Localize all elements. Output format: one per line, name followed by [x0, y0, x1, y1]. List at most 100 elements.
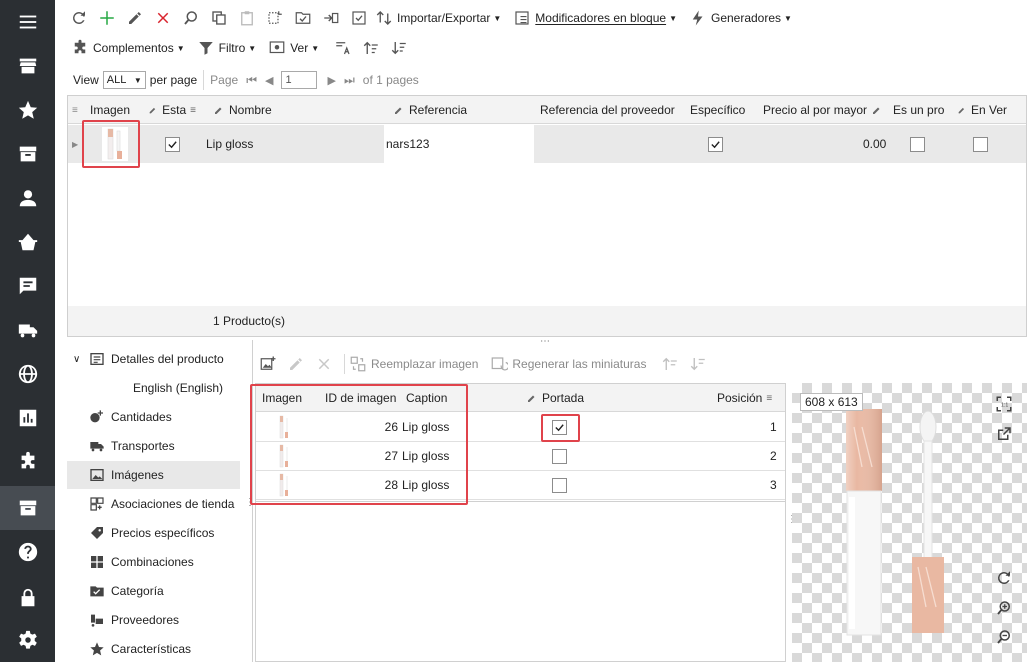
hamburger-menu-icon[interactable]: [0, 0, 55, 44]
product-reference-cell[interactable]: nars123: [384, 125, 534, 163]
tree-item-language[interactable]: English (English): [67, 374, 240, 402]
image-position-cell[interactable]: 2: [770, 442, 777, 470]
tree-item-specific-prices[interactable]: Precios específicos: [67, 519, 240, 547]
image-position-cell[interactable]: 1: [770, 413, 777, 441]
col-position[interactable]: Posición ≡: [717, 384, 772, 412]
sort-down-icon[interactable]: [387, 36, 411, 60]
col-name[interactable]: Nombre: [213, 96, 272, 124]
col-wholesale[interactable]: Precio al por mayor: [763, 96, 887, 124]
tree-item-suppliers-label: Proveedores: [111, 613, 180, 627]
tree-item-suppliers[interactable]: Proveedores: [67, 606, 240, 634]
user-icon[interactable]: [0, 176, 55, 220]
wholesale-price-cell[interactable]: 0.00: [863, 125, 886, 163]
pencil-icon: [215, 107, 222, 114]
addons-menu[interactable]: Complementos ▼: [71, 39, 185, 57]
column-menu-icon[interactable]: ≡: [72, 96, 78, 124]
move-icon[interactable]: [319, 6, 343, 30]
search-icon[interactable]: [179, 6, 203, 30]
cover-checkbox[interactable]: [552, 471, 567, 499]
tree-item-shipping[interactable]: Transportes: [67, 432, 240, 460]
col-is-pack[interactable]: Es un pro: [893, 96, 945, 124]
col-specific[interactable]: Específico: [690, 96, 745, 124]
replace-image-label: Reemplazar imagen: [371, 357, 479, 371]
is-pack-checkbox[interactable]: [910, 125, 925, 163]
wholesale-price: 0.00: [863, 137, 887, 151]
puzzle-icon[interactable]: [0, 440, 55, 484]
zoom-in-icon[interactable]: [993, 597, 1015, 619]
edit-image-icon[interactable]: [284, 352, 308, 376]
add-image-icon[interactable]: [256, 352, 280, 376]
last-page-icon[interactable]: ⏭: [344, 73, 355, 88]
store-icon[interactable]: [0, 44, 55, 88]
tree-item-details[interactable]: ∨ Detalles del producto: [67, 345, 240, 373]
chat-icon[interactable]: [0, 264, 55, 308]
gear-icon[interactable]: [0, 618, 55, 662]
product-preview-image: [846, 409, 944, 636]
rotate-icon[interactable]: [993, 567, 1015, 589]
check-list-icon[interactable]: [347, 6, 371, 30]
filter-menu[interactable]: Filtro ▼: [197, 39, 256, 57]
text-format-icon[interactable]: [331, 36, 355, 60]
col-reference[interactable]: Referencia: [393, 96, 467, 124]
sort-up-icon[interactable]: [359, 36, 383, 60]
basket-icon[interactable]: [0, 220, 55, 264]
specific-checkbox[interactable]: [708, 125, 723, 163]
cover-checkbox[interactable]: [552, 442, 567, 470]
truck-icon[interactable]: [0, 308, 55, 352]
select-area-icon[interactable]: [263, 6, 287, 30]
tree-item-images[interactable]: Imágenes: [67, 461, 240, 489]
on-sale-checkbox[interactable]: [973, 125, 988, 163]
add-icon[interactable]: [95, 6, 119, 30]
col-supplier-ref[interactable]: Referencia del proveedor: [540, 96, 675, 124]
edit-icon[interactable]: [123, 6, 147, 30]
pencil-icon: [395, 107, 402, 114]
product-name-cell[interactable]: Lip gloss: [206, 125, 253, 163]
move-up-icon[interactable]: [658, 352, 682, 376]
tree-item-category[interactable]: Categoría: [67, 577, 240, 605]
replace-image-button[interactable]: Reemplazar imagen: [349, 355, 478, 373]
splitter-handle[interactable]: ⋯: [540, 336, 550, 347]
bulk-modifiers-menu[interactable]: Modificadores en bloque ▼: [513, 9, 677, 27]
help-icon[interactable]: [0, 530, 55, 574]
prev-page-icon[interactable]: ◀: [265, 74, 273, 87]
col-enabled[interactable]: Esta ≡: [148, 96, 196, 124]
paste-icon[interactable]: [235, 6, 259, 30]
open-external-icon[interactable]: [993, 423, 1015, 445]
page-number-input[interactable]: 1: [281, 71, 318, 89]
globe-icon[interactable]: [0, 352, 55, 396]
tree-item-store-associations[interactable]: Asociaciones de tienda: [67, 490, 240, 518]
move-down-icon[interactable]: [686, 352, 710, 376]
copy-icon[interactable]: [207, 6, 231, 30]
generators-menu[interactable]: Generadores ▼: [689, 9, 792, 27]
tree-item-category-label: Categoría: [111, 584, 164, 598]
tree-item-quantities[interactable]: Cantidades: [67, 403, 240, 431]
first-page-icon[interactable]: ⏮: [246, 73, 257, 88]
tree-item-features[interactable]: Características: [67, 635, 240, 662]
col-on-sale[interactable]: En Ver: [957, 96, 1007, 124]
enabled-checkbox[interactable]: [165, 125, 180, 163]
chart-icon[interactable]: [0, 396, 55, 440]
col-cover[interactable]: Portada: [526, 384, 584, 412]
product-name: Lip gloss: [206, 137, 254, 151]
image-size-badge: 608 x 613: [800, 393, 863, 411]
actual-size-icon[interactable]: 1:1: [993, 393, 1015, 415]
refresh-icon[interactable]: [67, 6, 91, 30]
check-folder-icon[interactable]: [291, 6, 315, 30]
col-wholesale-label: Precio al por mayor: [763, 103, 868, 117]
zoom-out-icon[interactable]: [993, 626, 1015, 648]
tree-item-combinations[interactable]: Combinaciones: [67, 548, 240, 576]
table-row[interactable]: ▶ Lip gloss nars123 0.00: [68, 125, 1026, 163]
catalog-icon[interactable]: [0, 486, 55, 530]
next-page-icon[interactable]: ▶: [327, 74, 335, 87]
regenerate-thumbnails-button[interactable]: Regenerar las miniaturas: [490, 355, 646, 373]
import-export-menu[interactable]: Importar/Exportar ▼: [375, 9, 501, 27]
delete-icon[interactable]: [151, 6, 175, 30]
view-menu[interactable]: Ver ▼: [268, 39, 319, 57]
delete-image-icon[interactable]: [312, 352, 336, 376]
supplier-icon: [91, 614, 103, 627]
star-icon[interactable]: [0, 88, 55, 132]
view-count-select[interactable]: ALL ▼: [102, 71, 146, 89]
box-icon[interactable]: [0, 132, 55, 176]
image-position-cell[interactable]: 3: [770, 471, 777, 499]
lock-icon[interactable]: [0, 576, 55, 620]
